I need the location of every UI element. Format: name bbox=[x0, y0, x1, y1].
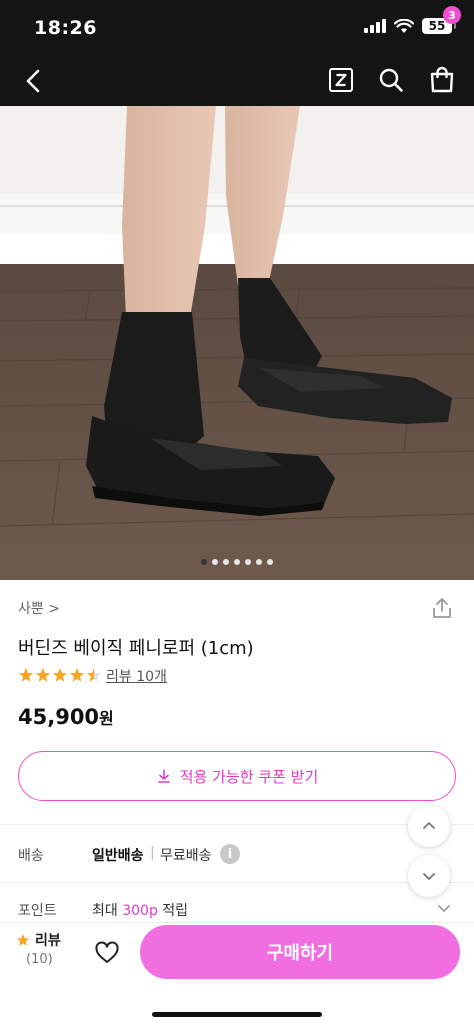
coupon-label: 적용 가능한 쿠폰 받기 bbox=[179, 767, 319, 786]
price: 45,900원 bbox=[18, 705, 114, 729]
bottom-action-bar: 리뷰 (10) 구매하기 bbox=[0, 922, 474, 1026]
home-indicator bbox=[152, 1012, 322, 1017]
rating-stars bbox=[18, 667, 102, 683]
price-amount: 45,900 bbox=[18, 705, 100, 729]
pagination-dot[interactable] bbox=[234, 559, 240, 565]
pagination-dot[interactable] bbox=[245, 559, 251, 565]
star-icon bbox=[19, 668, 33, 682]
pagination-dot[interactable] bbox=[201, 559, 207, 565]
zigzag-z-icon[interactable] bbox=[329, 68, 353, 92]
scroll-up-button[interactable] bbox=[408, 805, 450, 847]
cart-count-badge: 3 bbox=[443, 6, 461, 24]
chevron-down-icon bbox=[423, 873, 435, 880]
pagination-dot[interactable] bbox=[267, 559, 273, 565]
shipping-label: 배송 bbox=[18, 848, 44, 864]
product-title: 버딘즈 베이직 페니로퍼 (1cm) bbox=[18, 638, 254, 659]
bottom-review-label[interactable]: 리뷰 bbox=[35, 930, 61, 950]
download-icon bbox=[157, 769, 170, 783]
shipping-separator: | bbox=[150, 845, 155, 861]
divider bbox=[0, 882, 474, 883]
shipping-type: 일반배송 bbox=[92, 848, 144, 864]
bottom-review-count[interactable]: (10) bbox=[26, 952, 53, 967]
shopping-bag-icon[interactable] bbox=[428, 65, 456, 93]
status-time: 18:26 bbox=[34, 17, 97, 39]
scroll-down-button[interactable] bbox=[408, 855, 450, 897]
star-icon bbox=[70, 668, 84, 682]
brand-link[interactable]: 사뿐 > bbox=[18, 598, 60, 618]
chevron-down-icon[interactable] bbox=[436, 900, 452, 916]
divider bbox=[0, 824, 474, 825]
chevron-up-icon bbox=[423, 822, 435, 829]
status-icons: 55 bbox=[364, 18, 456, 34]
points-amount: 300p bbox=[122, 903, 158, 919]
review-count-link[interactable]: 리뷰 10개 bbox=[106, 666, 167, 686]
pagination-dot[interactable] bbox=[212, 559, 218, 565]
pagination-dot[interactable] bbox=[256, 559, 262, 565]
signal-icon bbox=[364, 19, 386, 33]
back-arrow-icon[interactable] bbox=[18, 66, 48, 96]
wifi-icon bbox=[394, 18, 414, 33]
star-half-icon bbox=[87, 668, 101, 682]
points-suffix: 적립 bbox=[157, 903, 189, 919]
star-icon bbox=[53, 668, 67, 682]
points-label: 포인트 bbox=[18, 903, 57, 919]
points-text: 최대 300p 적립 bbox=[92, 900, 188, 920]
heart-icon[interactable] bbox=[94, 940, 120, 966]
share-icon[interactable] bbox=[430, 596, 454, 620]
coupon-button[interactable]: 적용 가능한 쿠폰 받기 bbox=[18, 751, 456, 801]
shipping-fee: 무료배송 bbox=[160, 848, 212, 864]
price-unit: 원 bbox=[99, 709, 114, 728]
pagination-dot[interactable] bbox=[223, 559, 229, 565]
product-image[interactable] bbox=[0, 106, 474, 580]
points-prefix: 최대 bbox=[92, 903, 123, 919]
search-icon[interactable] bbox=[378, 67, 404, 93]
nav-bar bbox=[0, 56, 474, 106]
star-icon bbox=[36, 668, 50, 682]
info-icon[interactable]: i bbox=[220, 844, 240, 864]
status-bar: 18:26 55 bbox=[0, 0, 474, 56]
star-icon bbox=[16, 933, 30, 946]
buy-button[interactable]: 구매하기 bbox=[140, 925, 460, 979]
image-pagination[interactable] bbox=[0, 559, 474, 565]
